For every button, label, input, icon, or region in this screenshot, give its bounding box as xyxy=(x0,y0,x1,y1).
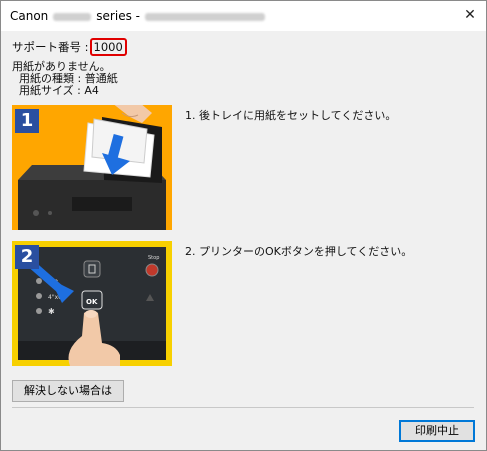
title-series: series - xyxy=(96,9,140,23)
step1-illustration: 1 xyxy=(12,105,172,230)
stop-label: Stop xyxy=(148,255,159,261)
troubleshoot-button[interactable]: 解決しない場合は xyxy=(12,380,124,402)
printer-error-dialog: Canon series - ✕ サポート番号 :1000 用紙がありません。 用… xyxy=(0,0,487,451)
message-paper-size: 用紙サイズ : A4 xyxy=(19,84,99,97)
step2-instruction: 2. プリンターのOKボタンを押してください。 xyxy=(185,245,413,258)
divider xyxy=(12,407,474,408)
step1-badge: 1 xyxy=(15,109,39,133)
cancel-printing-button[interactable]: 印刷中止 xyxy=(399,420,475,442)
error-message: 用紙がありません。 用紙の種類 : 普通紙 用紙サイズ : A4 xyxy=(12,61,118,97)
redacted-port xyxy=(144,12,265,21)
step2-illustration: LTR 4"x6" ✱ OK Stop 2 xyxy=(12,241,172,366)
support-label: サポート番号 : xyxy=(12,40,89,54)
step2-badge: 2 xyxy=(15,245,39,269)
ok-button-label: OK xyxy=(86,298,98,306)
title-bar: Canon series - ✕ xyxy=(1,1,486,31)
title-brand: Canon xyxy=(10,9,49,23)
support-code: 1000 xyxy=(89,38,127,56)
redacted-model xyxy=(53,12,92,21)
close-icon[interactable]: ✕ xyxy=(462,7,478,23)
size-other-icon: ✱ xyxy=(48,307,55,316)
window-title: Canon series - xyxy=(10,9,265,23)
step1-instruction: 1. 後トレイに用紙をセットしてください。 xyxy=(185,109,397,122)
support-code-line: サポート番号 :1000 xyxy=(12,38,127,56)
